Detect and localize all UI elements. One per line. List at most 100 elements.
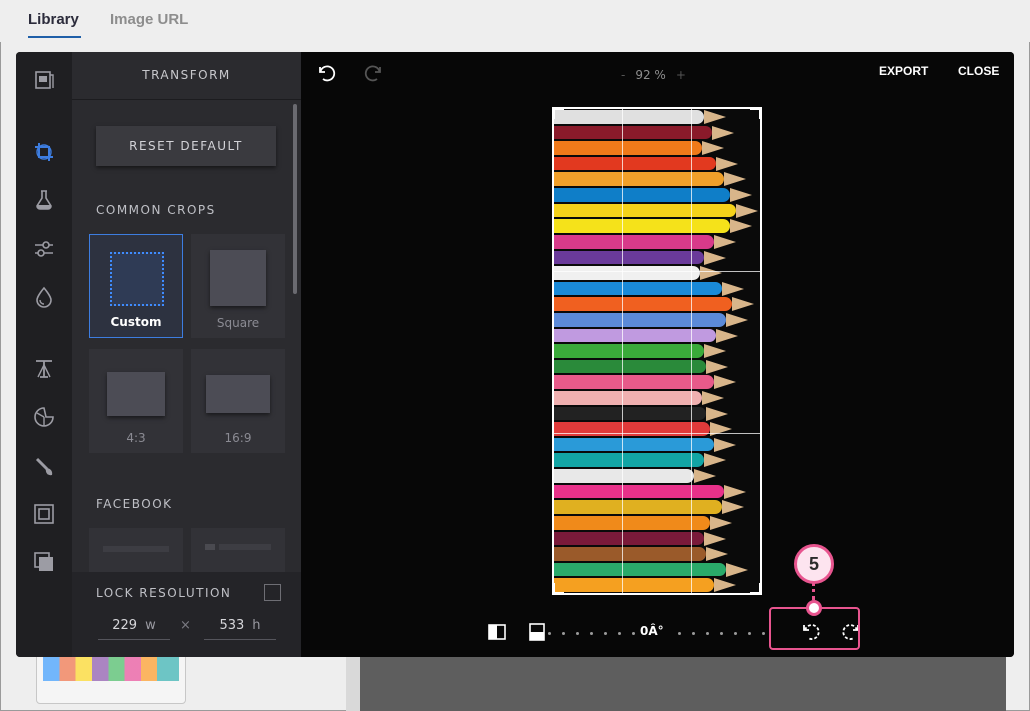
crop-square[interactable]: Square bbox=[191, 234, 285, 338]
crop-handle-bottom-left[interactable] bbox=[554, 583, 564, 593]
background-divider bbox=[346, 655, 360, 711]
pencil bbox=[554, 562, 748, 577]
tool-rail bbox=[16, 52, 72, 657]
facebook-post-preview bbox=[219, 544, 271, 550]
pencil bbox=[554, 406, 728, 421]
dial-tick bbox=[692, 632, 695, 635]
canvas-area: - 92 % + EXPORT CLOSE 0Â° bbox=[301, 52, 1014, 657]
zoom-level: 92 % bbox=[635, 68, 666, 82]
crop-16-9[interactable]: 16:9 bbox=[191, 349, 285, 453]
crop-4-3-preview bbox=[107, 372, 165, 416]
undo-icon[interactable] bbox=[315, 62, 337, 84]
pencil bbox=[554, 281, 744, 296]
pencil bbox=[554, 531, 726, 546]
panel-title: TRANSFORM bbox=[142, 68, 231, 82]
flip-vertical-icon[interactable] bbox=[527, 622, 547, 642]
crop-grid-line bbox=[691, 109, 692, 593]
pencil bbox=[554, 250, 726, 265]
width-value: 229 bbox=[112, 618, 138, 633]
filter-icon[interactable] bbox=[30, 186, 58, 214]
dial-tick bbox=[548, 632, 551, 635]
lock-resolution-label: LOCK RESOLUTION bbox=[96, 586, 232, 600]
callout-connector bbox=[812, 582, 815, 600]
dial-tick bbox=[562, 632, 565, 635]
pencil bbox=[554, 266, 722, 280]
crop-square-label: Square bbox=[216, 316, 260, 330]
brush-icon[interactable] bbox=[30, 452, 58, 480]
dial-tick bbox=[604, 632, 607, 635]
pencil bbox=[554, 172, 746, 187]
dial-tick bbox=[748, 632, 751, 635]
frame-icon[interactable] bbox=[30, 500, 58, 528]
dial-tick bbox=[678, 632, 681, 635]
image-icon[interactable] bbox=[30, 66, 58, 94]
pencil bbox=[554, 469, 716, 483]
crop-square-preview bbox=[210, 250, 266, 306]
pencil bbox=[554, 344, 726, 358]
pencil bbox=[554, 391, 724, 405]
sticker-icon[interactable] bbox=[30, 403, 58, 431]
crop-grid-line bbox=[554, 433, 760, 434]
adjust-icon[interactable] bbox=[30, 235, 58, 263]
dial-tick bbox=[618, 632, 621, 635]
redo-icon[interactable] bbox=[363, 62, 385, 84]
flip-horizontal-icon[interactable] bbox=[487, 622, 507, 642]
crop-16-9-preview bbox=[206, 375, 270, 413]
tab-library[interactable]: Library bbox=[28, 11, 79, 28]
text-icon[interactable] bbox=[30, 355, 58, 383]
pencil bbox=[554, 375, 736, 390]
export-button[interactable]: EXPORT bbox=[879, 64, 928, 78]
panel-scrollbar[interactable] bbox=[293, 104, 297, 294]
common-crops-heading: COMMON CROPS bbox=[96, 203, 216, 217]
facebook-cover-preview bbox=[103, 546, 169, 552]
library-thumbnail[interactable] bbox=[36, 650, 186, 704]
height-input[interactable]: 533 h bbox=[204, 612, 276, 640]
width-input[interactable]: 229 w bbox=[98, 612, 170, 640]
pencil bbox=[554, 500, 744, 514]
callout-anchor-dot bbox=[806, 600, 822, 616]
pencil bbox=[554, 547, 728, 561]
pencil bbox=[554, 203, 758, 218]
crop-icon[interactable] bbox=[30, 138, 58, 166]
crop-custom[interactable]: Custom bbox=[89, 234, 183, 338]
pencil bbox=[554, 188, 752, 202]
zoom-in-button[interactable]: + bbox=[676, 68, 686, 82]
crop-handle-bottom-right[interactable] bbox=[750, 583, 760, 593]
color-drop-icon[interactable] bbox=[30, 283, 58, 311]
pencil bbox=[554, 234, 736, 249]
dial-tick bbox=[734, 632, 737, 635]
pencil bbox=[554, 141, 724, 155]
tab-bar: Library Image URL bbox=[0, 0, 1030, 42]
height-unit: h bbox=[252, 618, 261, 633]
dial-tick bbox=[590, 632, 593, 635]
crop-4-3[interactable]: 4:3 bbox=[89, 349, 183, 453]
crop-handle-top-left[interactable] bbox=[554, 109, 564, 119]
crop-grid-line bbox=[554, 271, 760, 272]
reset-default-button[interactable]: RESET DEFAULT bbox=[96, 126, 276, 166]
pencil bbox=[554, 297, 754, 311]
active-tab-indicator bbox=[28, 36, 81, 38]
crop-frame[interactable] bbox=[552, 107, 762, 595]
pencil bbox=[554, 359, 728, 374]
height-value: 533 bbox=[219, 618, 245, 633]
pencil bbox=[554, 578, 736, 592]
panel-divider bbox=[72, 99, 301, 100]
lock-resolution-checkbox[interactable] bbox=[264, 584, 281, 601]
dimension-separator: × bbox=[180, 618, 191, 633]
tab-image-url[interactable]: Image URL bbox=[110, 11, 188, 28]
crop-handle-top-right[interactable] bbox=[750, 109, 760, 119]
overlay-icon[interactable] bbox=[30, 548, 58, 576]
transform-toolbar: 0Â° bbox=[301, 612, 1014, 657]
close-button[interactable]: CLOSE bbox=[958, 64, 999, 78]
transform-panel: TRANSFORM RESET DEFAULT COMMON CROPS Cus… bbox=[72, 52, 301, 657]
crop-16-9-label: 16:9 bbox=[224, 431, 252, 445]
callout-badge: 5 bbox=[794, 544, 834, 584]
zoom-out-button[interactable]: - bbox=[621, 68, 625, 82]
crop-4-3-label: 4:3 bbox=[126, 431, 146, 445]
pencil bbox=[554, 515, 732, 530]
facebook-heading: FACEBOOK bbox=[96, 497, 173, 511]
dial-tick bbox=[720, 632, 723, 635]
rotation-dial[interactable]: 0Â° bbox=[548, 624, 768, 644]
dial-tick bbox=[762, 632, 765, 635]
background-preview-panel bbox=[360, 655, 1006, 711]
